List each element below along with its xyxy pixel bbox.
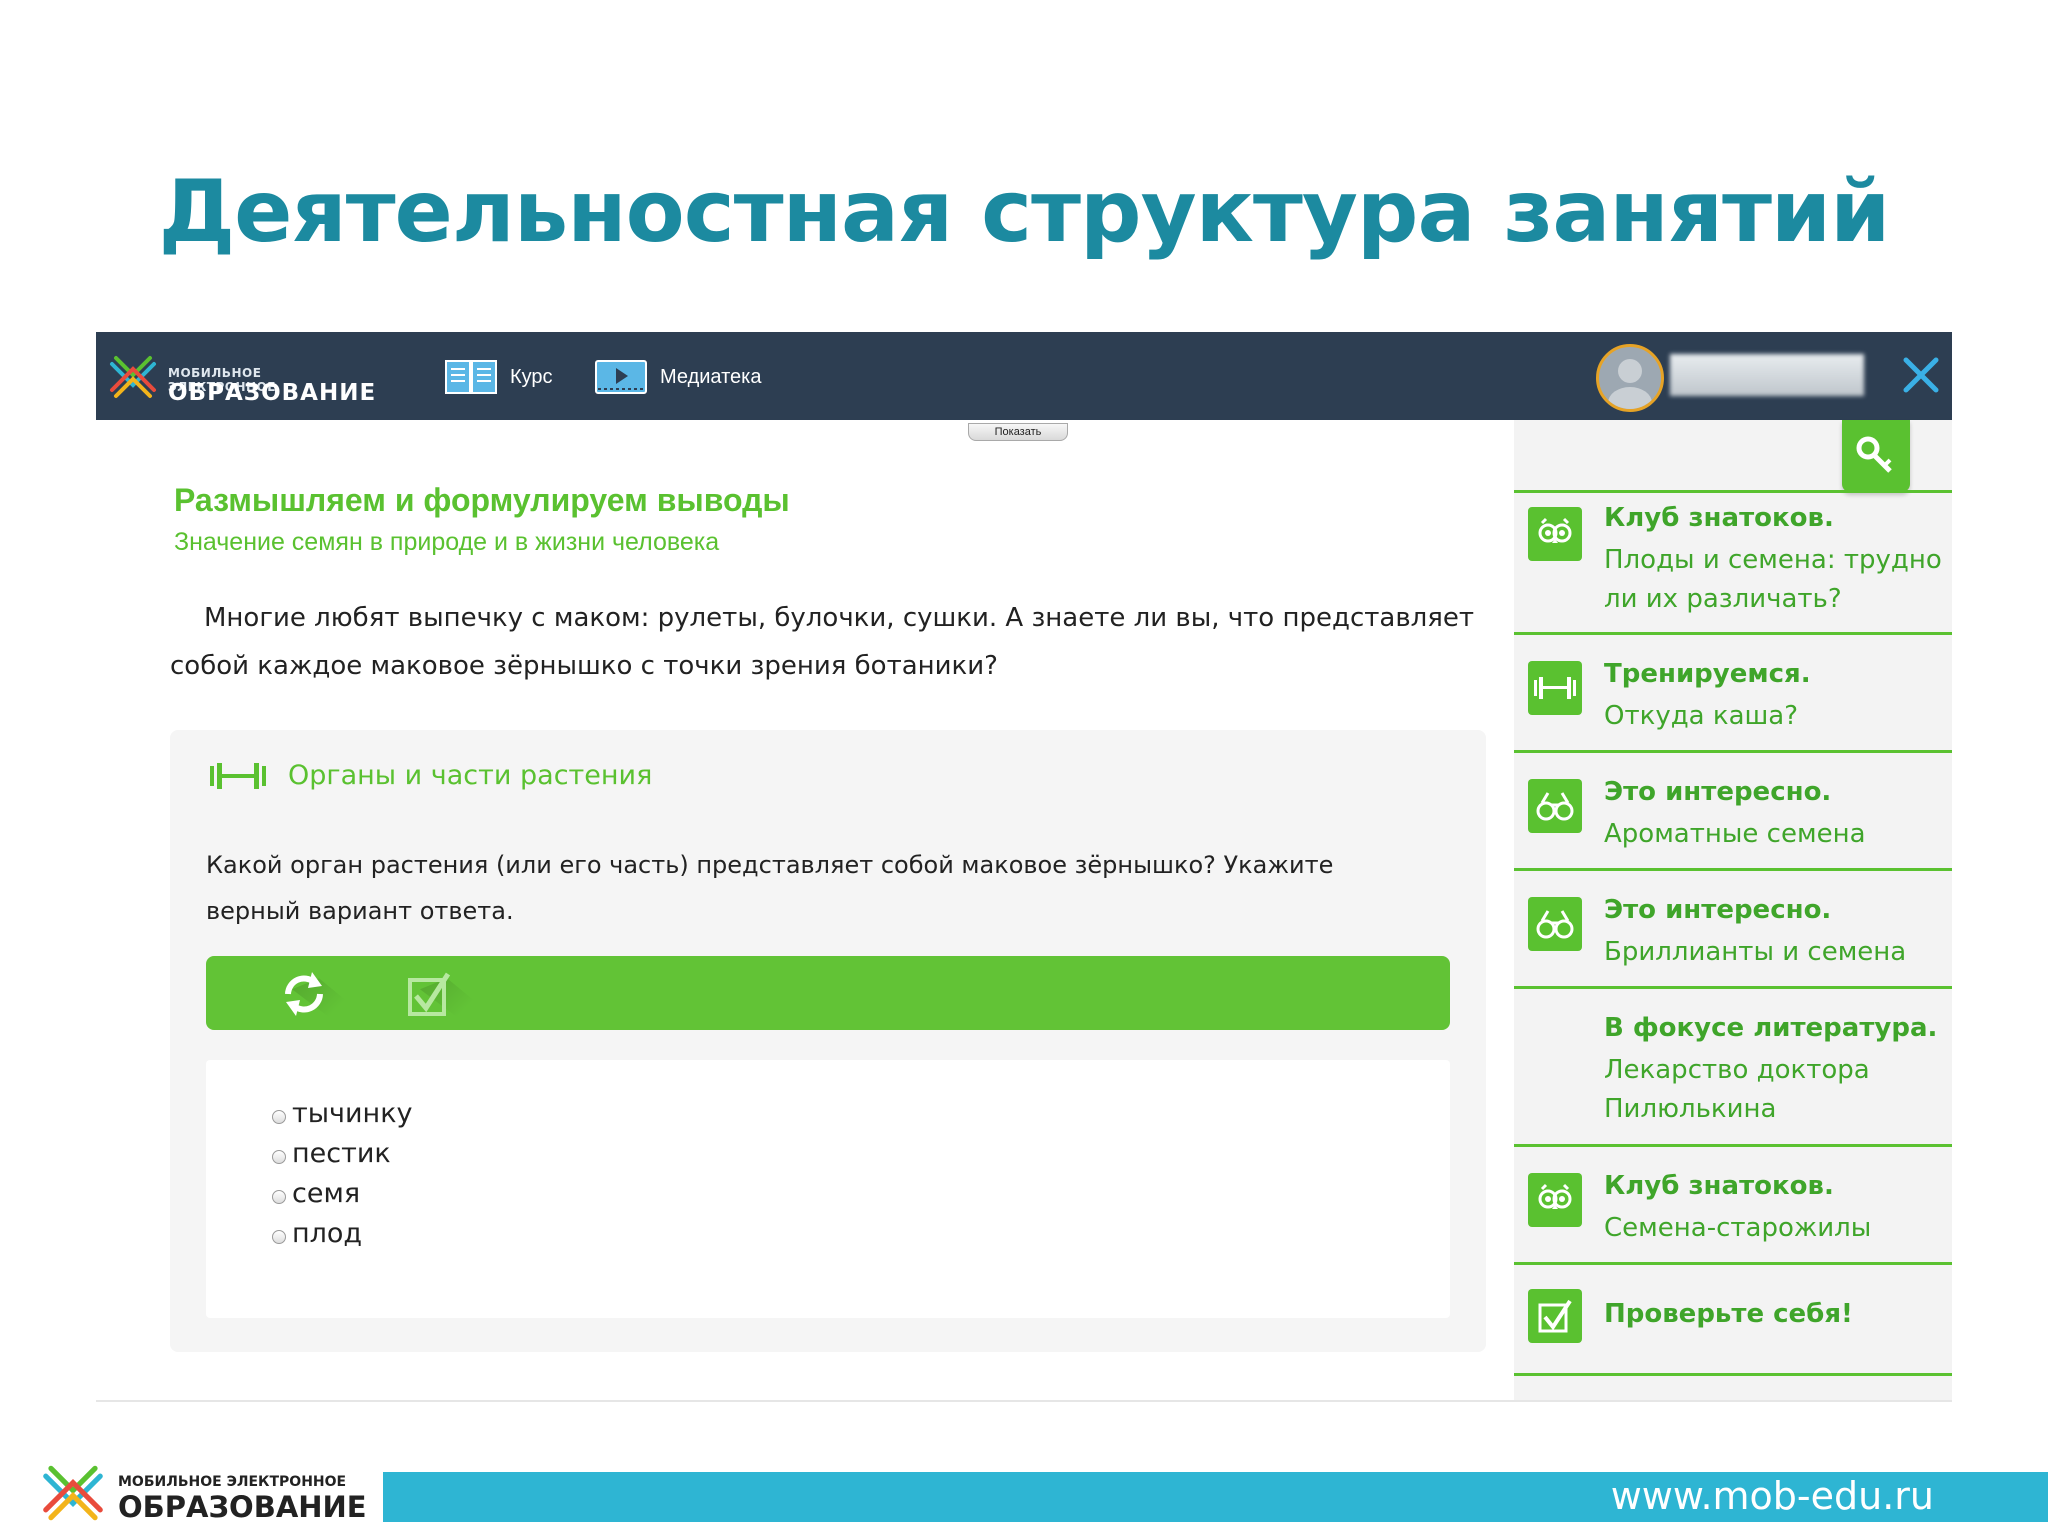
sidebar-item-club-1[interactable]: Клуб знатоков. Плоды и семена: трудно ли… [1514,490,1952,635]
sidebar-item-desc: Плоды и семена: трудно ли их различать? [1604,545,1942,614]
sidebar-item-title: Это интересно. [1604,777,1832,807]
sidebar-item-self-check[interactable]: Проверьте себя! [1514,1262,1952,1376]
footer-bar: www.mob-edu.ru [383,1472,2048,1522]
divider [96,1400,1952,1402]
check-answer-button[interactable] [386,956,482,1030]
radio-button[interactable] [272,1149,286,1164]
lesson-intro-text: Многие любят выпечку с маком: рулеты, бу… [170,603,1475,681]
lesson-title: Размышляем и формулируем выводы [174,482,790,518]
top-bar: МОБИЛЬНОЕ ЭЛЕКТРОННОЕ ОБРАЗОВАНИЕ Курс М… [96,332,1952,420]
sidebar-item-desc: Ароматные семена [1604,819,1866,849]
answer-toolbar [206,956,1450,1030]
checkbox-icon [1528,1289,1582,1343]
task-header: Органы и части растения [208,760,652,791]
video-icon [595,360,647,394]
sidebar-item-title: Клуб знатоков. [1604,503,1834,533]
option-label: пестик [292,1138,391,1169]
sidebar-item-interesting-1[interactable]: Это интересно. Ароматные семена [1514,750,1952,871]
binoculars-icon [1528,897,1582,951]
sidebar-item-title: Это интересно. [1604,895,1832,925]
radio-button[interactable] [272,1109,286,1124]
binoculars-icon [1528,779,1582,833]
sidebar-item-club-2[interactable]: Клуб знатоков. Семена-старожилы [1514,1144,1952,1265]
option-fruit[interactable]: плод [272,1218,362,1249]
task-heading: Органы и части растения [288,760,653,791]
close-button[interactable] [1900,354,1942,396]
radio-button[interactable] [272,1229,286,1244]
sidebar-item-title: Тренируемся. [1604,659,1811,689]
sidebar-item-title: Проверьте себя! [1604,1299,1853,1329]
option-label: семя [292,1178,361,1209]
key-icon [1856,436,1892,473]
nav-media-label: Медиатека [660,365,762,388]
dumbbell-icon [1528,661,1582,715]
sidebar-item-desc: Лекарство доктора Пилюлькина [1604,1055,1870,1124]
show-button[interactable]: Показать [968,423,1068,441]
app-window: МОБИЛЬНОЕ ЭЛЕКТРОННОЕ ОБРАЗОВАНИЕ Курс М… [96,332,1952,1402]
answer-options: тычинку пестик семя плод [206,1060,1450,1318]
owl-icon [1528,507,1582,561]
footer-logo-big: ОБРАЗОВАНИЕ [118,1490,367,1524]
slide-title: Деятельностная структура занятий [158,162,1891,262]
task-question: Какой орган растения (или его часть) пре… [206,851,1334,925]
app-logo[interactable]: МОБИЛЬНОЕ ЭЛЕКТРОННОЕ ОБРАЗОВАНИЕ [106,344,375,408]
task-card: Органы и части растения Какой орган раст… [170,730,1486,1352]
sidebar-item-title: В фокусе литература. [1604,1013,1938,1043]
nav-course-label: Курс [510,365,553,388]
option-label: тычинку [292,1098,413,1129]
footer-url[interactable]: www.mob-edu.ru [1611,1474,1934,1518]
option-pistil[interactable]: пестик [272,1138,391,1169]
logo-mark-icon [110,356,156,398]
footer-logo-small: МОБИЛЬНОЕ ЭЛЕКТРОННОЕ [118,1474,347,1490]
check-icon [408,972,451,1016]
sidebar-item-desc: Бриллианты и семена [1604,937,1907,967]
sidebar-item-training[interactable]: Тренируемся. Откуда каша? [1514,632,1952,753]
logo-mark-icon [43,1465,103,1521]
option-seed[interactable]: семя [272,1178,360,1209]
book-icon [445,360,497,394]
close-icon [1903,357,1939,393]
user-name-blurred[interactable] [1670,354,1864,396]
logo-big-text: ОБРАЗОВАНИЕ [168,380,377,406]
sidebar-item-interesting-2[interactable]: Это интересно. Бриллианты и семена [1514,868,1952,989]
key-button[interactable] [1842,420,1910,492]
lesson-subtitle: Значение семян в природе и в жизни челов… [174,528,720,556]
sidebar: Клуб знатоков. Плоды и семена: трудно ли… [1514,420,1952,1400]
sidebar-item-desc: Семена-старожилы [1604,1213,1872,1243]
option-label: плод [292,1218,363,1249]
nav-course-button[interactable]: Курс [444,354,553,400]
reset-button[interactable] [256,956,352,1030]
radio-button[interactable] [272,1189,286,1204]
option-stamen[interactable]: тычинку [272,1098,413,1129]
owl-icon [1528,1173,1582,1227]
sidebar-item-title: Клуб знатоков. [1604,1171,1834,1201]
nav-media-button[interactable]: Медиатека [594,354,761,400]
refresh-icon [285,972,323,1016]
user-icon [1608,359,1652,409]
dumbbell-icon [210,762,266,789]
footer-logo: МОБИЛЬНОЕ ЭЛЕКТРОННОЕ ОБРАЗОВАНИЕ [38,1458,368,1528]
user-avatar[interactable] [1596,344,1664,412]
sidebar-item-literature[interactable]: В фокусе литература. Лекарство доктора П… [1514,986,1952,1147]
sidebar-item-desc: Откуда каша? [1604,701,1799,731]
